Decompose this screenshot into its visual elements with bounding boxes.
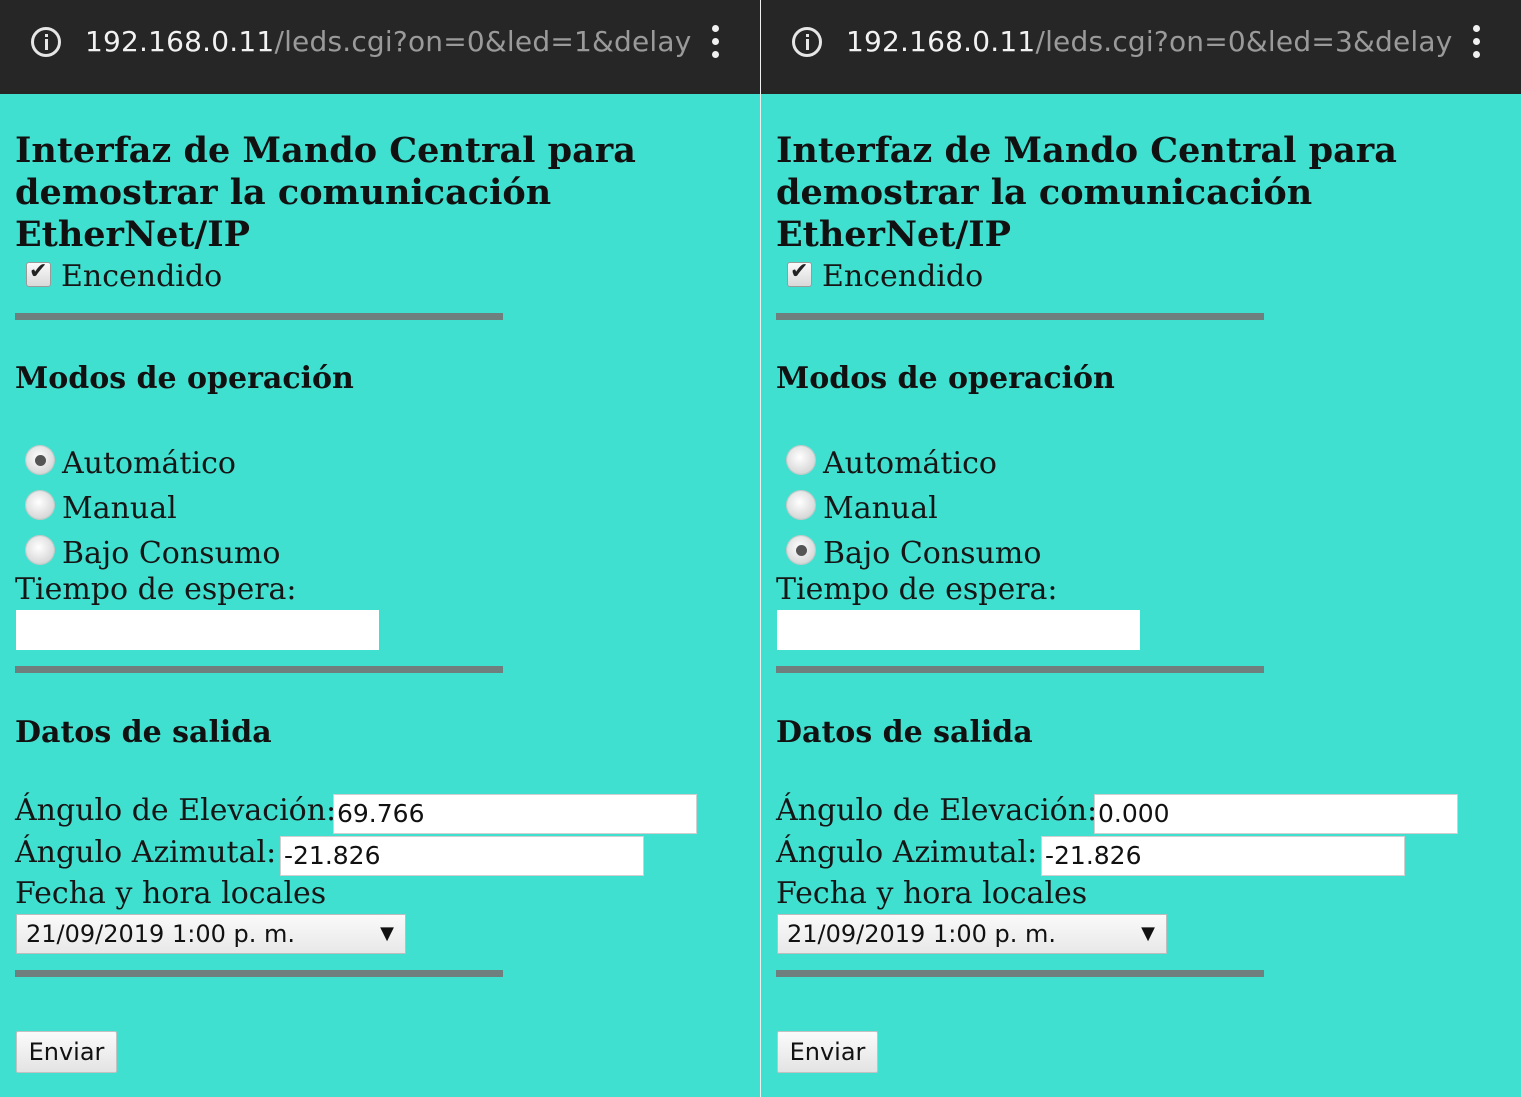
mode-manual-label: Manual: [823, 491, 938, 526]
datetime-label: Fecha y hora locales: [776, 876, 1088, 911]
page-title: Interfaz de Mando Central para demostrar…: [15, 130, 636, 255]
datetime-select[interactable]: 21/09/2019 1:00 p. m. ▼: [16, 914, 406, 954]
url-text[interactable]: 192.168.0.11/leds.cgi?on=0&led=3&delay: [846, 24, 1453, 60]
more-vert-icon[interactable]: [1471, 25, 1483, 59]
url-host: 192.168.0.11: [846, 25, 1036, 58]
divider: [15, 970, 503, 977]
azimuth-field[interactable]: -21.826: [280, 836, 644, 876]
mode-automatico-radio[interactable]: [26, 446, 54, 474]
wait-time-input[interactable]: [777, 610, 1140, 650]
url-path: /leds.cgi?on=0&led=1&delay: [274, 25, 692, 58]
power-label: Encendido: [822, 259, 984, 294]
address-bar[interactable]: 192.168.0.11/leds.cgi?on=0&led=1&delay: [0, 0, 760, 94]
mode-manual-radio[interactable]: [787, 491, 815, 519]
divider: [15, 666, 503, 673]
datetime-value: 21/09/2019 1:00 p. m.: [787, 920, 1056, 948]
datetime-value: 21/09/2019 1:00 p. m.: [26, 920, 295, 948]
power-label: Encendido: [61, 259, 223, 294]
dropdown-arrow-icon: ▼: [1141, 923, 1155, 944]
modes-heading: Modos de operación: [15, 361, 354, 396]
url-path: /leds.cgi?on=0&led=3&delay: [1035, 25, 1453, 58]
mode-bajo-consumo-label: Bajo Consumo: [62, 536, 281, 571]
wait-time-label: Tiempo de espera:: [776, 572, 1058, 607]
azimuth-label: Ángulo Azimutal:: [776, 835, 1038, 870]
url-text[interactable]: 192.168.0.11/leds.cgi?on=0&led=1&delay: [85, 24, 692, 60]
mode-manual-label: Manual: [62, 491, 177, 526]
mode-automatico-label: Automático: [823, 446, 997, 481]
wait-time-label: Tiempo de espera:: [15, 572, 297, 607]
power-checkbox[interactable]: [26, 259, 51, 287]
datetime-label: Fecha y hora locales: [15, 876, 327, 911]
divider: [776, 666, 1264, 673]
divider: [776, 313, 1264, 320]
dropdown-arrow-icon: ▼: [380, 923, 394, 944]
azimuth-label: Ángulo Azimutal:: [15, 835, 277, 870]
elevation-field[interactable]: 0.000: [1094, 794, 1458, 834]
address-bar[interactable]: 192.168.0.11/leds.cgi?on=0&led=3&delay: [761, 0, 1521, 94]
divider: [776, 970, 1264, 977]
divider: [15, 313, 503, 320]
browser-panel-left: 192.168.0.11/leds.cgi?on=0&led=1&delay I…: [0, 0, 760, 1097]
info-icon[interactable]: [31, 27, 61, 57]
wait-time-input[interactable]: [16, 610, 379, 650]
mode-automatico-label: Automático: [62, 446, 236, 481]
info-icon[interactable]: [792, 27, 822, 57]
mode-manual-radio[interactable]: [26, 491, 54, 519]
modes-heading: Modos de operación: [776, 361, 1115, 396]
submit-button[interactable]: Enviar: [777, 1031, 878, 1073]
elevation-label: Ángulo de Elevación:: [776, 793, 1098, 828]
page-title: Interfaz de Mando Central para demostrar…: [776, 130, 1397, 255]
output-heading: Datos de salida: [776, 715, 1033, 750]
submit-button[interactable]: Enviar: [16, 1031, 117, 1073]
elevation-label: Ángulo de Elevación:: [15, 793, 337, 828]
mode-bajo-consumo-label: Bajo Consumo: [823, 536, 1042, 571]
mode-bajo-consumo-radio[interactable]: [26, 536, 54, 564]
datetime-select[interactable]: 21/09/2019 1:00 p. m. ▼: [777, 914, 1167, 954]
azimuth-field[interactable]: -21.826: [1041, 836, 1405, 876]
output-heading: Datos de salida: [15, 715, 272, 750]
more-vert-icon[interactable]: [710, 25, 722, 59]
elevation-field[interactable]: 69.766: [333, 794, 697, 834]
url-host: 192.168.0.11: [85, 25, 275, 58]
mode-bajo-consumo-radio[interactable]: [787, 536, 815, 564]
power-checkbox[interactable]: [787, 259, 812, 287]
browser-panel-right: 192.168.0.11/leds.cgi?on=0&led=3&delay I…: [761, 0, 1521, 1097]
mode-automatico-radio[interactable]: [787, 446, 815, 474]
